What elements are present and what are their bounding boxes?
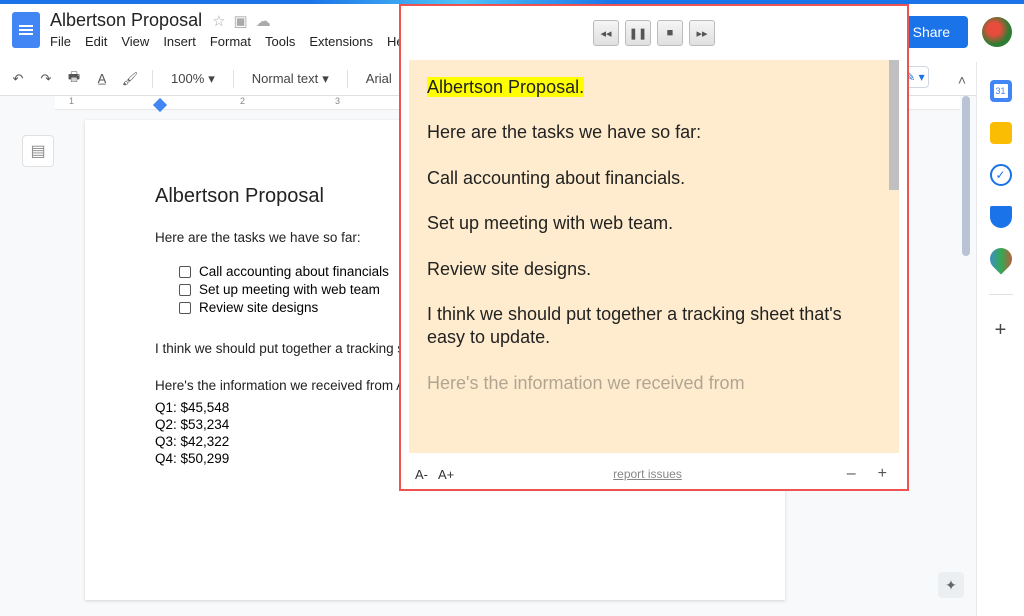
pause-button[interactable]: ❚❚ [625, 20, 651, 46]
indent-marker[interactable] [153, 98, 167, 112]
style-dropdown[interactable]: Normal text▾ [246, 69, 335, 89]
user-avatar[interactable] [982, 17, 1012, 47]
document-title[interactable]: Albertson Proposal [50, 10, 202, 31]
reader-line: Here's the information we received from [427, 372, 881, 395]
reader-controls: ◂◂ ❚❚ ■ ▸▸ [401, 6, 907, 60]
calendar-icon[interactable] [990, 80, 1012, 102]
chevron-down-icon: ▾ [322, 71, 329, 87]
reader-line: Set up meeting with web team. [427, 212, 881, 235]
reader-line: Review site designs. [427, 258, 881, 281]
reader-scrollbar[interactable] [889, 60, 899, 190]
menu-view[interactable]: View [121, 34, 149, 49]
menu-extensions[interactable]: Extensions [309, 34, 373, 49]
cloud-status-icon[interactable]: ☁ [256, 12, 271, 30]
collapse-toolbar-icon[interactable]: ˄ [958, 72, 966, 88]
menu-format[interactable]: Format [210, 34, 251, 49]
rewind-button[interactable]: ◂◂ [593, 20, 619, 46]
outline-toggle-button[interactable]: ▤ [22, 135, 54, 167]
reader-line: Here are the tasks we have so far: [427, 121, 881, 144]
zoom-in-button[interactable]: + [872, 465, 893, 483]
keep-icon[interactable] [990, 122, 1012, 144]
font-increase-button[interactable]: A+ [438, 467, 454, 482]
reader-line: I think we should put together a trackin… [427, 303, 881, 350]
forward-button[interactable]: ▸▸ [689, 20, 715, 46]
paint-format-icon[interactable]: 🖌 [120, 69, 140, 89]
font-decrease-button[interactable]: A- [415, 467, 428, 482]
checkbox-icon[interactable] [179, 284, 191, 296]
checkbox-icon[interactable] [179, 266, 191, 278]
report-issues-link[interactable]: report issues [613, 467, 682, 481]
vertical-scrollbar[interactable] [962, 96, 970, 296]
menu-tools[interactable]: Tools [265, 34, 295, 49]
font-dropdown[interactable]: Arial [360, 69, 398, 88]
side-panel: + [976, 62, 1024, 616]
spellcheck-icon[interactable]: A̲ [92, 69, 112, 89]
redo-icon[interactable]: ↷ [36, 69, 56, 89]
reader-line: Call accounting about financials. [427, 167, 881, 190]
checkbox-icon[interactable] [179, 302, 191, 314]
zoom-dropdown[interactable]: 100%▾ [165, 69, 221, 89]
reader-text-area[interactable]: Albertson Proposal. Here are the tasks w… [409, 60, 899, 453]
explore-button[interactable]: ✦ [938, 572, 964, 598]
maps-icon[interactable] [985, 243, 1016, 274]
docs-logo-icon[interactable] [12, 12, 40, 48]
add-addon-icon[interactable]: + [995, 319, 1007, 342]
star-icon[interactable]: ☆ [212, 12, 225, 30]
zoom-out-button[interactable]: – [841, 465, 862, 483]
menu-insert[interactable]: Insert [163, 34, 196, 49]
tasks-icon[interactable] [990, 164, 1012, 186]
menu-edit[interactable]: Edit [85, 34, 107, 49]
stop-button[interactable]: ■ [657, 20, 683, 46]
screen-reader-panel: ◂◂ ❚❚ ■ ▸▸ Albertson Proposal. Here are … [399, 4, 909, 491]
reader-highlighted-line: Albertson Proposal. [427, 77, 584, 97]
contacts-icon[interactable] [990, 206, 1012, 228]
menu-file[interactable]: File [50, 34, 71, 49]
print-icon[interactable]: 🖶 [64, 69, 84, 89]
reader-footer: A- A+ report issues – + [401, 461, 907, 489]
move-icon[interactable]: ▣ [234, 12, 248, 30]
undo-icon[interactable]: ↶ [8, 69, 28, 89]
chevron-down-icon: ▾ [208, 71, 215, 87]
